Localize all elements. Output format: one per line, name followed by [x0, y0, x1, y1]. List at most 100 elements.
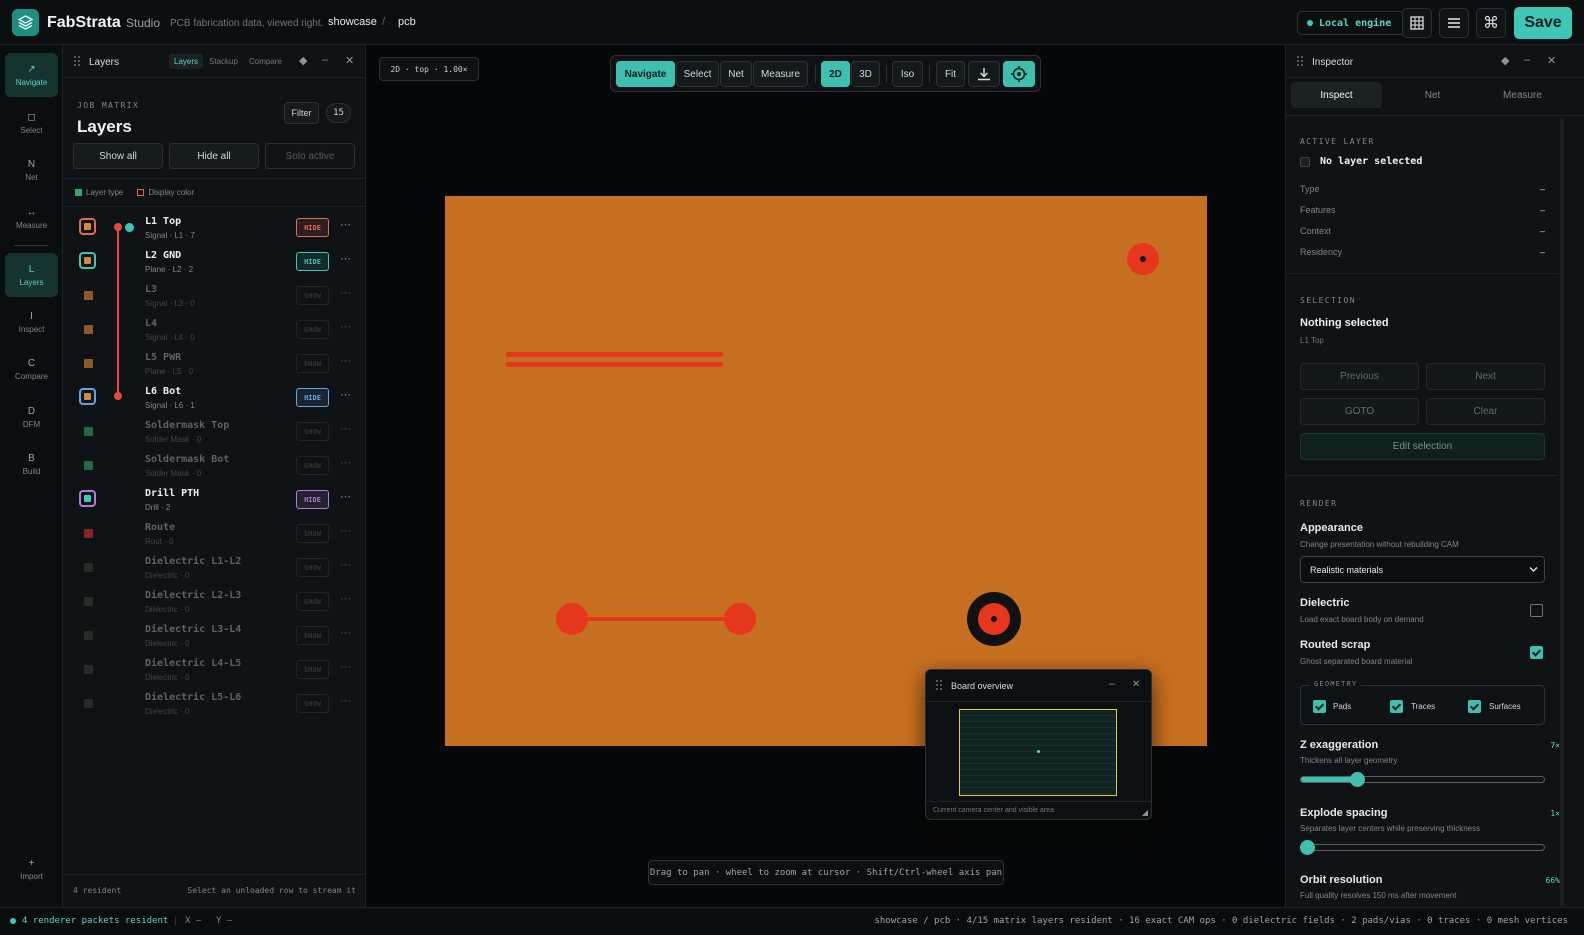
z-exaggeration-slider[interactable]	[1300, 772, 1545, 787]
layer-color-swatch[interactable]	[79, 694, 96, 711]
layer-row[interactable]: L5 PWR Plane · L5 · 0 SHOW ⋯	[63, 347, 366, 381]
layer-color-swatch[interactable]	[79, 218, 96, 235]
minimize-icon[interactable]: –	[322, 54, 328, 66]
iso-view-button[interactable]: Iso	[892, 61, 923, 87]
pads-checkbox[interactable]	[1313, 700, 1326, 713]
previous-button[interactable]: Previous	[1300, 363, 1419, 390]
fit-view-button[interactable]: Fit	[936, 61, 965, 87]
filter-button[interactable]: Filter	[284, 102, 319, 124]
layer-row[interactable]: Dielectric L2-L3 Dielectric · 0 SHOW ⋯	[63, 585, 366, 619]
rail-item-build[interactable]: B Build	[5, 442, 58, 486]
more-options-icon[interactable]: ⋯	[340, 252, 351, 265]
layer-row[interactable]: Soldermask Bot Solder Mask · 0 SHOW ⋯	[63, 449, 366, 483]
layer-visibility-button[interactable]: SHOW	[296, 524, 329, 543]
minimize-icon[interactable]: –	[1109, 678, 1115, 690]
more-options-icon[interactable]: ⋯	[340, 694, 351, 707]
layer-row[interactable]: Dielectric L4-L5 Dielectric · 0 SHOW ⋯	[63, 653, 366, 687]
rail-item-compare[interactable]: C Compare	[5, 347, 58, 391]
layer-row[interactable]: Dielectric L3-L4 Dielectric · 0 SHOW ⋯	[63, 619, 366, 653]
board-viewport[interactable]: 2D · top · 1.00× Navigate Select Net Mea…	[366, 45, 1285, 907]
layer-visibility-button[interactable]: SHOW	[296, 354, 329, 373]
layer-color-swatch[interactable]	[79, 558, 96, 575]
minimize-icon[interactable]: –	[1524, 54, 1530, 66]
more-options-icon[interactable]: ⋯	[340, 592, 351, 605]
layer-row[interactable]: L6 Bot Signal · L6 · 1 HIDE ⋯	[63, 381, 366, 415]
surfaces-checkbox[interactable]	[1468, 700, 1481, 713]
layer-visibility-button[interactable]: HIDE	[296, 218, 329, 237]
pin-icon[interactable]: ◆	[1501, 54, 1509, 67]
more-options-icon[interactable]: ⋯	[340, 388, 351, 401]
appearance-select[interactable]: Realistic materials	[1300, 556, 1545, 583]
drag-handle-icon[interactable]	[73, 55, 82, 68]
rail-item-import[interactable]: + Import	[5, 847, 58, 891]
pcb-board[interactable]	[445, 196, 1207, 746]
recenter-button[interactable]	[1003, 61, 1035, 87]
copper-trace[interactable]	[506, 352, 723, 357]
close-icon[interactable]: ✕	[345, 54, 354, 67]
layer-color-swatch[interactable]	[79, 252, 96, 269]
more-options-icon[interactable]: ⋯	[340, 422, 351, 435]
layer-visibility-button[interactable]: HIDE	[296, 388, 329, 407]
tab-measure[interactable]: Measure	[1477, 82, 1568, 108]
show-all-button[interactable]: Show all	[73, 143, 163, 169]
pin-icon[interactable]: ◆	[299, 54, 307, 67]
layer-color-swatch[interactable]	[79, 320, 96, 337]
net-tool-button[interactable]: Net	[720, 61, 752, 87]
layer-row[interactable]: L4 Signal · L4 · 0 SHOW ⋯	[63, 313, 366, 347]
more-options-icon[interactable]: ⋯	[340, 456, 351, 469]
grid-view-button[interactable]	[1402, 8, 1432, 38]
more-options-icon[interactable]: ⋯	[340, 354, 351, 367]
layer-visibility-button[interactable]: SHOW	[296, 286, 329, 305]
resize-handle-icon[interactable]: ◢	[1142, 808, 1148, 817]
layer-visibility-button[interactable]: HIDE	[296, 252, 329, 271]
overview-minimap[interactable]	[959, 709, 1117, 796]
rail-item-layers[interactable]: L Layers	[5, 253, 58, 297]
mode-3d-button[interactable]: 3D	[851, 61, 880, 87]
layer-color-swatch[interactable]	[79, 388, 96, 405]
copper-trace[interactable]	[571, 617, 741, 621]
layer-color-swatch[interactable]	[79, 456, 96, 473]
slider-thumb[interactable]	[1349, 772, 1365, 787]
close-icon[interactable]: ✕	[1132, 679, 1140, 690]
hide-all-button[interactable]: Hide all	[169, 143, 259, 169]
via-annular-ring[interactable]	[967, 592, 1021, 646]
layer-row[interactable]: Drill PTH Drill · 2 HIDE ⋯	[63, 483, 366, 517]
command-palette-button[interactable]: ⌘	[1476, 8, 1506, 38]
next-button[interactable]: Next	[1426, 363, 1545, 390]
tab-net[interactable]: Net	[1387, 82, 1478, 108]
layer-row[interactable]: L2 GND Plane · L2 · 2 HIDE ⋯	[63, 245, 366, 279]
explode-spacing-slider[interactable]	[1300, 840, 1545, 855]
measure-tool-button[interactable]: Measure	[753, 61, 808, 87]
layer-visibility-button[interactable]: SHOW	[296, 660, 329, 679]
export-button[interactable]	[968, 61, 1000, 87]
layer-color-swatch[interactable]	[79, 422, 96, 439]
copper-trace[interactable]	[506, 362, 723, 367]
inspector-scrollbar[interactable]	[1560, 117, 1564, 907]
more-options-icon[interactable]: ⋯	[340, 524, 351, 537]
layer-row[interactable]: L3 Signal · L3 · 0 SHOW ⋯	[63, 279, 366, 313]
more-options-icon[interactable]: ⋯	[340, 660, 351, 673]
edit-selection-button[interactable]: Edit selection	[1300, 433, 1545, 460]
tab-compare[interactable]: Compare	[244, 54, 287, 69]
slider-thumb[interactable]	[1300, 840, 1315, 855]
layer-color-swatch[interactable]	[79, 490, 96, 507]
more-options-icon[interactable]: ⋯	[340, 558, 351, 571]
goto-button[interactable]: GOTO	[1300, 398, 1419, 425]
layer-visibility-button[interactable]: SHOW	[296, 320, 329, 339]
layer-row[interactable]: Dielectric L5-L6 Dielectric · 0 SHOW ⋯	[63, 687, 366, 721]
layer-visibility-button[interactable]: SHOW	[296, 694, 329, 713]
breadcrumb-project[interactable]: showcase	[328, 16, 377, 28]
layer-color-swatch[interactable]	[79, 626, 96, 643]
rail-item-measure[interactable]: ↔ Measure	[5, 196, 58, 240]
more-options-icon[interactable]: ⋯	[340, 286, 351, 299]
save-button[interactable]: Save	[1514, 7, 1572, 39]
layer-color-swatch[interactable]	[79, 660, 96, 677]
layer-color-swatch[interactable]	[79, 592, 96, 609]
rail-item-dfm[interactable]: D DFM	[5, 395, 58, 439]
mode-2d-button[interactable]: 2D	[821, 61, 850, 87]
more-options-icon[interactable]: ⋯	[340, 626, 351, 639]
solo-active-button[interactable]: Solo active	[265, 143, 355, 169]
navigate-tool-button[interactable]: Navigate	[616, 61, 675, 87]
drag-handle-icon[interactable]	[1296, 55, 1305, 68]
layer-row[interactable]: Dielectric L1-L2 Dielectric · 0 SHOW ⋯	[63, 551, 366, 585]
